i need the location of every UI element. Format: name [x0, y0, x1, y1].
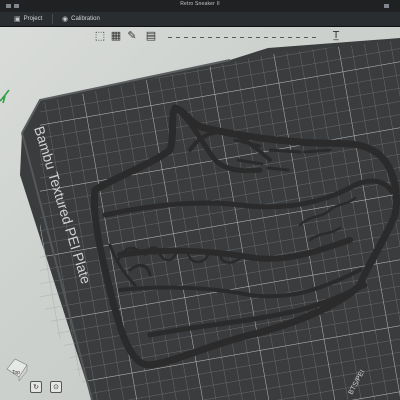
measure-icon[interactable]: T̲ — [330, 30, 342, 42]
toolbar-divider — [192, 37, 196, 38]
toolbar-divider — [184, 37, 188, 38]
layers-icon[interactable]: ▤ — [145, 30, 157, 42]
toolbar-divider — [248, 37, 252, 38]
toolbar-divider — [208, 37, 212, 38]
build-plate-view[interactable]: Bambu Textured PEI Plate BTS/PEI — [0, 0, 400, 400]
toolbar-divider — [232, 37, 236, 38]
rotate-icon[interactable]: ↻ — [30, 381, 42, 393]
view-cube[interactable] — [5, 357, 29, 381]
viewport-toolbar: ⬚ ▦ ✎ ▤ T̲ — [0, 27, 400, 49]
grid-icon[interactable]: ▦ — [110, 30, 122, 42]
toolbar-divider — [288, 37, 292, 38]
view-cube-label: Top — [12, 370, 21, 376]
edit-icon[interactable]: ✎ — [126, 30, 138, 42]
toolbar-divider — [168, 37, 172, 38]
toolbar-divider — [280, 37, 284, 38]
toolbar-divider — [304, 37, 308, 38]
toolbar-divider — [176, 37, 180, 38]
toolbar-divider — [296, 37, 300, 38]
axis-indicator-icon — [0, 89, 10, 104]
cube-icon[interactable]: ⬚ — [94, 30, 106, 42]
toolbar-divider — [224, 37, 228, 38]
zoom-fit-icon[interactable]: ⊙ — [50, 381, 62, 393]
toolbar-divider — [256, 37, 260, 38]
toolbar-divider — [264, 37, 268, 38]
toolbar-divider — [272, 37, 276, 38]
toolbar-divider — [312, 37, 316, 38]
toolbar-divider — [216, 37, 220, 38]
toolbar-divider — [240, 37, 244, 38]
toolbar-divider — [200, 37, 204, 38]
